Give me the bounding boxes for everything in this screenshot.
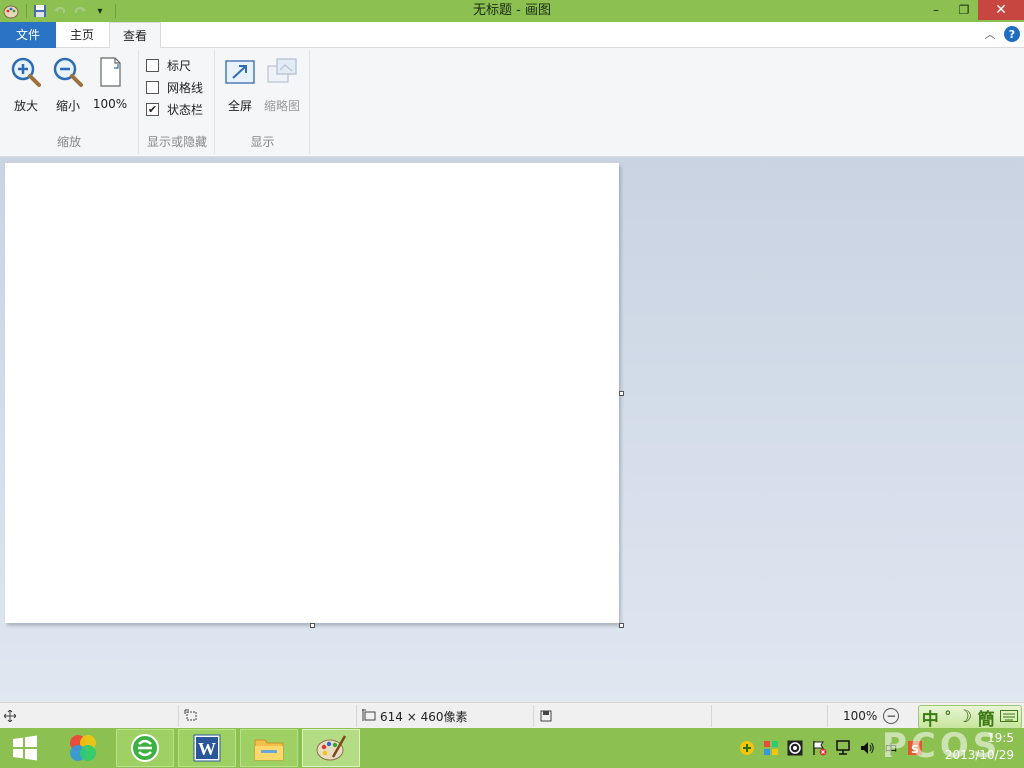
svg-text:W: W — [198, 739, 216, 759]
statusbar-checkbox[interactable]: ✔ 状态栏 — [146, 100, 203, 118]
window-title: 无标题 - 画图 — [473, 3, 551, 18]
redo-icon[interactable] — [71, 2, 89, 20]
zoom-in-icon — [11, 57, 41, 87]
resize-handle-corner[interactable] — [619, 623, 624, 628]
zoom-out-icon — [53, 57, 83, 87]
canvas-size-icon — [362, 709, 376, 721]
collapse-ribbon-icon[interactable]: ︿ — [982, 25, 998, 43]
restore-button[interactable]: ❐ — [950, 0, 978, 20]
zoom-out-button[interactable]: 缩小 — [48, 56, 88, 113]
moon-icon[interactable]: ☽ — [957, 707, 972, 727]
paint-palette-icon — [316, 735, 347, 761]
status-divider — [711, 705, 712, 727]
taskbar-app-explorer[interactable] — [240, 729, 298, 767]
resize-handle-right[interactable] — [619, 391, 624, 396]
taskbar-app-word[interactable]: W — [178, 729, 236, 767]
start-button[interactable] — [0, 729, 50, 767]
fullscreen-label: 全屏 — [227, 99, 252, 113]
colorful-app-icon — [70, 735, 96, 761]
help-icon[interactable]: ? — [1004, 26, 1020, 42]
folder-icon — [254, 739, 284, 761]
word-icon: W — [193, 734, 221, 762]
zoom-group: 放大 缩小 100% 缩放 — [0, 50, 139, 154]
paint-app-icon[interactable] — [2, 2, 20, 20]
thumbnail-button[interactable]: 缩略图 — [262, 56, 302, 113]
zoom-group-label: 缩放 — [56, 135, 81, 149]
tab-home[interactable]: 主页 — [56, 22, 108, 48]
browser-icon — [131, 734, 159, 762]
window-controls: – ❐ ✕ — [922, 0, 1024, 20]
undo-icon[interactable] — [51, 2, 69, 20]
canvas-size-display: 614 × 460像素 — [362, 703, 468, 729]
keyboard-icon[interactable] — [1000, 707, 1019, 727]
ruler-checkbox[interactable]: 标尺 — [146, 56, 191, 74]
resize-handle-bottom[interactable] — [310, 623, 315, 628]
drawing-canvas[interactable] — [5, 163, 619, 623]
show-hide-group-label: 显示或隐藏 — [146, 135, 207, 149]
ribbon-tab-bar: 文件 主页 查看 ︿ ? — [0, 22, 1024, 49]
toolbar-separator — [115, 4, 116, 18]
ruler-label: 标尺 — [167, 58, 192, 73]
fullscreen-icon — [225, 60, 255, 84]
tab-file[interactable]: 文件 — [0, 22, 56, 48]
canvas-workspace[interactable] — [0, 157, 1024, 702]
zoom-in-button[interactable]: 放大 — [6, 56, 46, 113]
status-divider — [827, 705, 828, 727]
zoom-level-text: 100% — [843, 709, 878, 723]
network-tray-icon[interactable] — [834, 740, 852, 756]
zoom-in-label: 放大 — [13, 99, 38, 113]
ruler-checkbox-box[interactable] — [146, 58, 159, 72]
statusbar-label: 状态栏 — [167, 102, 204, 117]
canvas-size-text: 614 × 460像素 — [380, 709, 468, 724]
zoom-out-label: 缩小 — [55, 99, 80, 113]
windows-logo-icon — [13, 735, 37, 761]
add-app-tray-icon[interactable] — [738, 740, 756, 756]
thumbnail-icon — [267, 58, 297, 83]
status-divider — [356, 705, 357, 727]
taskbar-app-colorful[interactable] — [54, 729, 112, 767]
target-tray-icon[interactable] — [786, 740, 804, 756]
status-divider — [533, 705, 534, 727]
quick-access-toolbar: ▾ — [0, 0, 120, 22]
actual-size-button[interactable]: 100% — [90, 56, 130, 112]
save-icon[interactable] — [31, 2, 49, 20]
watermark: PCOS — [882, 726, 1002, 766]
thumbnail-label: 缩略图 — [263, 99, 300, 113]
taskbar: W 中 S 19:5 2013/10/29 — [0, 728, 1024, 768]
security-tray-icon[interactable] — [762, 740, 780, 756]
gridlines-checkbox[interactable]: 网格线 — [146, 78, 203, 96]
minimize-button[interactable]: – — [922, 0, 950, 20]
ribbon-panel: 放大 缩小 100% 缩放 标尺 网格线 ✔ 状态栏 显示或隐藏 全屏 缩略图 … — [0, 48, 1024, 157]
toolbar-separator — [26, 4, 27, 18]
gridlines-checkbox-box[interactable] — [146, 80, 159, 94]
show-hide-group: 标尺 网格线 ✔ 状态栏 显示或隐藏 — [140, 50, 215, 154]
zoom-out-small-button[interactable]: − — [883, 708, 900, 724]
display-group: 全屏 缩略图 显示 — [216, 50, 310, 154]
fullscreen-button[interactable]: 全屏 — [220, 56, 260, 113]
ribbon-tab-controls: ︿ ? — [982, 25, 1020, 43]
flag-tray-icon[interactable] — [810, 740, 828, 756]
close-button[interactable]: ✕ — [978, 0, 1024, 20]
display-group-label: 显示 — [250, 135, 275, 149]
page-100-icon — [100, 57, 121, 87]
selection-size-icon — [184, 703, 198, 729]
gridlines-label: 网格线 — [167, 80, 204, 95]
status-divider — [178, 705, 179, 727]
cursor-position-icon — [4, 703, 16, 729]
file-size-icon — [540, 703, 552, 729]
customize-dropdown-icon[interactable]: ▾ — [91, 2, 109, 20]
title-bar: ▾ 无标题 - 画图 – ❐ ✕ — [0, 0, 1024, 22]
actual-size-label: 100% — [92, 97, 128, 111]
statusbar-checkbox-box[interactable]: ✔ — [146, 102, 159, 116]
status-bar: 614 × 460像素 100% − 中 ° ☽ 簡 — [0, 702, 1024, 730]
tab-view[interactable]: 查看 — [109, 22, 161, 49]
ime-punctuation-icon[interactable]: ° — [944, 709, 951, 725]
taskbar-app-paint[interactable] — [302, 729, 360, 767]
volume-tray-icon[interactable] — [858, 740, 876, 756]
taskbar-app-browser[interactable] — [116, 729, 174, 767]
